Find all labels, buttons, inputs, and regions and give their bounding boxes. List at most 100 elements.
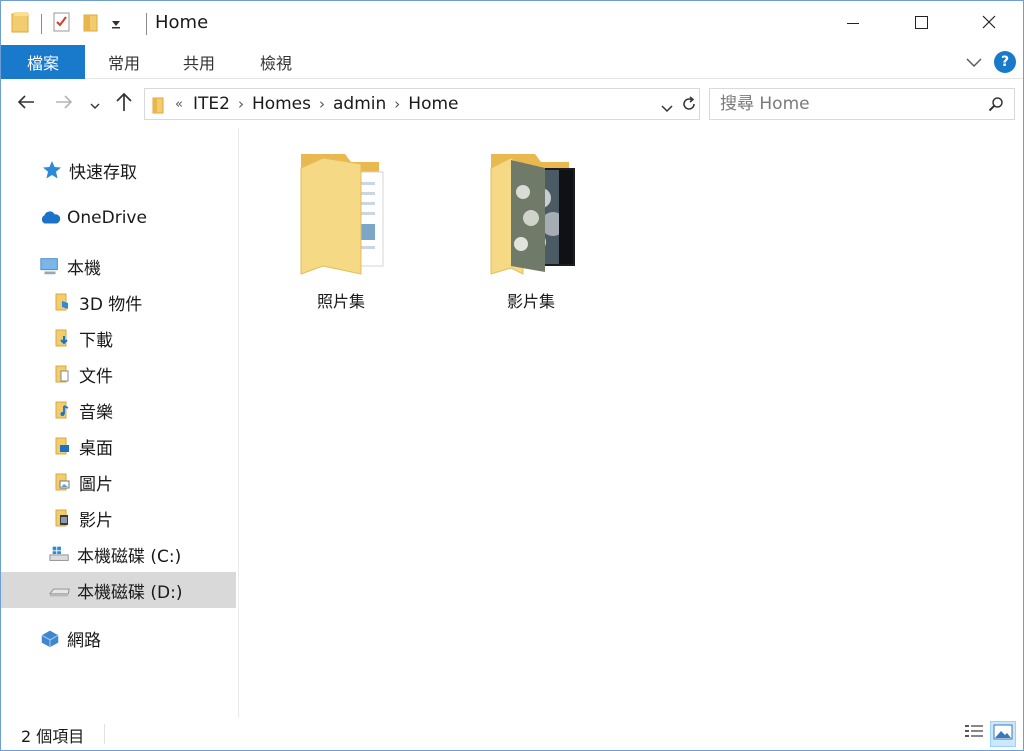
address-dropdown-icon[interactable]	[660, 99, 674, 118]
forward-button[interactable]	[53, 92, 75, 116]
desktop-folder-icon	[51, 435, 73, 457]
chevron-right-icon[interactable]: ›	[394, 95, 400, 113]
minimize-button[interactable]	[819, 1, 887, 45]
sidebar-item-label: 本機磁碟 (C:)	[77, 546, 182, 567]
network-icon	[39, 627, 61, 649]
window-title: Home	[155, 12, 209, 33]
folder-item-label: 照片集	[316, 292, 365, 311]
search-icon[interactable]	[988, 96, 1004, 116]
forward-arrow-icon	[54, 94, 74, 114]
tab-view[interactable]: 檢視	[245, 45, 307, 79]
ribbon-tabs: 檔案 常用 共用 檢視 ?	[1, 45, 1023, 79]
title-separator	[146, 13, 147, 35]
sidebar-item-label: 桌面	[79, 438, 113, 459]
sidebar-item-desktop[interactable]: 桌面	[1, 428, 236, 464]
status-separator	[104, 724, 105, 744]
sidebar-item-label: 3D 物件	[79, 294, 143, 315]
cloud-icon	[39, 207, 61, 229]
breadcrumb-item-ite2[interactable]: ITE2	[193, 94, 230, 114]
sidebar-item-downloads[interactable]: 下載	[1, 320, 236, 356]
downloads-folder-icon	[51, 327, 73, 349]
sidebar-item-music[interactable]: 音樂	[1, 392, 236, 428]
3d-objects-folder-icon	[51, 291, 73, 313]
breadcrumb-item-admin[interactable]: admin	[333, 94, 386, 114]
sidebar-item-videos[interactable]: 影片	[1, 500, 236, 536]
sidebar-item-this-pc[interactable]: 本機	[1, 248, 236, 284]
sidebar-item-pictures[interactable]: 圖片	[1, 464, 236, 500]
back-button[interactable]	[15, 92, 37, 116]
sidebar-item-label: OneDrive	[67, 208, 147, 228]
chevron-right-icon[interactable]: ›	[319, 95, 325, 113]
sidebar-item-onedrive[interactable]: OneDrive	[1, 200, 236, 236]
sidebar-item-drive-d[interactable]: 本機磁碟 (D:)	[1, 572, 236, 608]
folder-item[interactable]: 照片集	[281, 152, 401, 312]
toolbar-separator	[41, 14, 42, 34]
sidebar-item-quick-access[interactable]: 快速存取	[1, 152, 236, 188]
sidebar-item-documents[interactable]: 文件	[1, 356, 236, 392]
details-view-icon	[964, 723, 984, 745]
tab-file[interactable]: 檔案	[1, 45, 85, 79]
expand-ribbon-icon[interactable]	[965, 54, 983, 73]
sidebar-item-label: 文件	[79, 366, 113, 387]
search-box[interactable]	[709, 88, 1015, 120]
file-explorer-window: Home 檔案 常用 共用 檢視 ? « ITE2 › Homes › admi…	[0, 0, 1024, 751]
sidebar-item-label: 音樂	[79, 402, 113, 423]
sidebar-item-3d-objects[interactable]: 3D 物件	[1, 284, 236, 320]
address-bar[interactable]: « ITE2 › Homes › admin › Home	[144, 88, 700, 120]
breadcrumb-item-home[interactable]: Home	[408, 94, 458, 114]
refresh-icon[interactable]	[680, 95, 698, 117]
videos-folder-icon	[51, 507, 73, 529]
item-count: 2 個項目	[21, 727, 85, 746]
sidebar-item-label: 圖片	[79, 474, 113, 495]
close-icon	[982, 14, 996, 33]
chevron-right-icon[interactable]: ›	[238, 95, 244, 113]
chevron-down-icon	[90, 95, 100, 114]
sidebar-item-drive-c[interactable]: 本機磁碟 (C:)	[1, 536, 236, 572]
folder-item[interactable]: 影片集	[471, 152, 591, 312]
folder-item-label: 影片集	[506, 292, 555, 311]
up-button[interactable]	[113, 92, 135, 116]
minimize-icon	[847, 14, 859, 33]
tab-share[interactable]: 共用	[168, 45, 230, 79]
pictures-folder-icon	[51, 471, 73, 493]
navigation-bar: « ITE2 › Homes › admin › Home	[1, 80, 1023, 128]
star-icon	[41, 159, 63, 181]
music-folder-icon	[51, 399, 73, 421]
photos-folder-icon	[293, 152, 389, 280]
maximize-button[interactable]	[887, 1, 955, 45]
windows-drive-icon	[49, 543, 71, 565]
breadcrumb: « ITE2 › Homes › admin › Home	[175, 94, 458, 114]
sidebar-item-label: 網路	[67, 630, 101, 651]
computer-icon	[39, 255, 61, 277]
back-arrow-icon	[16, 94, 36, 114]
folder-app-icon	[11, 11, 31, 37]
large-icons-view-icon	[993, 723, 1013, 745]
close-button[interactable]	[955, 1, 1023, 45]
properties-icon[interactable]	[52, 11, 72, 37]
sidebar-item-label: 本機磁碟 (D:)	[77, 582, 183, 603]
drive-icon	[49, 579, 71, 601]
quick-access-toolbar	[11, 11, 122, 37]
title-bar: Home	[1, 1, 1023, 45]
documents-folder-icon	[51, 363, 73, 385]
maximize-icon	[914, 14, 928, 33]
sidebar-item-network[interactable]: 網路	[1, 620, 236, 656]
navigation-pane: 快速存取 OneDrive 本機 3D 物件 下載 文件 音樂 桌面 圖片 影片…	[1, 128, 239, 718]
recent-locations-button[interactable]	[87, 92, 103, 116]
breadcrumb-overflow[interactable]: «	[175, 97, 183, 112]
up-arrow-icon	[115, 92, 133, 116]
sidebar-item-label: 影片	[79, 510, 113, 531]
tab-home[interactable]: 常用	[93, 45, 155, 79]
sidebar-item-label: 快速存取	[69, 162, 137, 183]
help-button[interactable]: ?	[994, 51, 1016, 73]
search-input[interactable]	[710, 89, 980, 119]
folder-icon	[151, 95, 165, 119]
new-folder-icon[interactable]	[82, 11, 100, 37]
video-folder-icon	[483, 152, 579, 280]
file-list-area: 照片集 影片集	[241, 128, 1023, 718]
large-icons-view-button[interactable]	[990, 721, 1016, 747]
breadcrumb-item-homes[interactable]: Homes	[252, 94, 311, 114]
customize-toolbar-icon[interactable]	[110, 11, 122, 37]
details-view-button[interactable]	[961, 721, 987, 747]
status-bar: 2 個項目	[1, 718, 1023, 750]
